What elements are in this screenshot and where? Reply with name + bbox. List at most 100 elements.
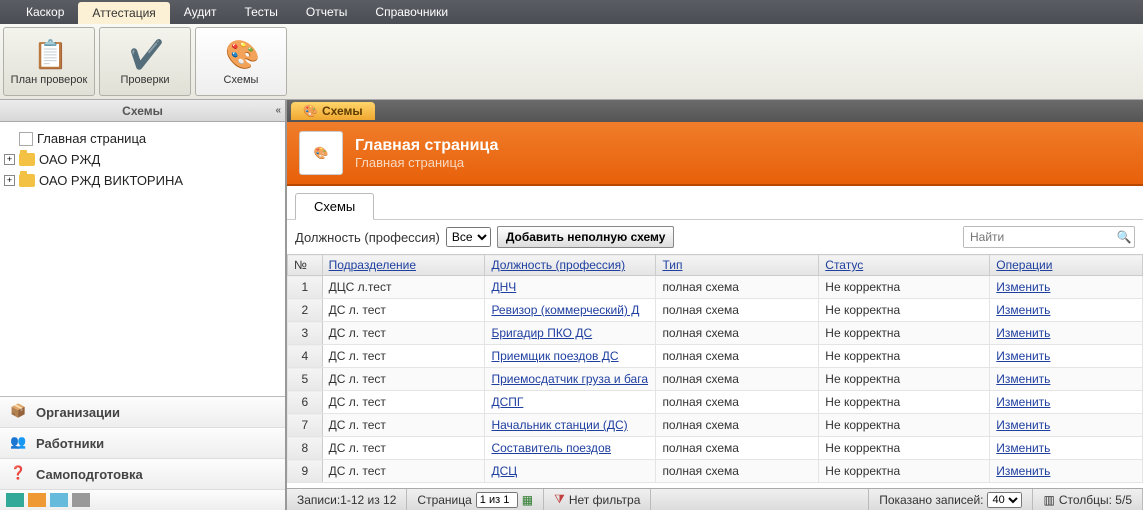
position-link[interactable]: Составитель поездов [491, 441, 611, 455]
row-num: 5 [288, 368, 323, 391]
cell-op: Изменить [990, 437, 1143, 460]
edit-link[interactable]: Изменить [996, 303, 1050, 317]
ribbon-icon: 🎨 [225, 38, 257, 70]
status-cols[interactable]: ▥ Столбцы: 5/5 [1033, 489, 1143, 510]
cell-type: полная схема [656, 322, 819, 345]
tree-item-0[interactable]: Главная страница [4, 128, 281, 149]
cell-op: Изменить [990, 345, 1143, 368]
mini-icon[interactable] [28, 493, 46, 507]
expand-toggle[interactable]: + [4, 154, 15, 165]
hero: 🎨 Главная страница Главная страница [287, 122, 1143, 186]
page-input[interactable] [476, 492, 518, 508]
grid: №ПодразделениеДолжность (профессия)ТипСт… [287, 254, 1143, 488]
cell-op: Изменить [990, 368, 1143, 391]
main-tabbar: 🎨 Схемы [287, 100, 1143, 122]
main-tab[interactable]: 🎨 Схемы [291, 102, 375, 120]
row-num: 4 [288, 345, 323, 368]
hero-icon: 🎨 [299, 131, 343, 175]
cell-dept: ДС л. тест [322, 414, 485, 437]
top-tab-4[interactable]: Отчеты [292, 0, 361, 24]
col-0[interactable]: № [288, 255, 323, 276]
filter-select[interactable]: Все [446, 227, 491, 247]
edit-link[interactable]: Изменить [996, 280, 1050, 294]
nav-Самоподготовка[interactable]: ❓Самоподготовка [0, 459, 285, 490]
position-link[interactable]: ДСЦ [491, 464, 517, 478]
folder-icon [19, 174, 35, 187]
ribbon-Проверки[interactable]: ✔️Проверки [99, 27, 191, 96]
mini-icon[interactable] [72, 493, 90, 507]
expand-toggle[interactable]: + [4, 175, 15, 186]
top-tab-2[interactable]: Аудит [170, 0, 231, 24]
content-tab[interactable]: Схемы [295, 193, 374, 220]
edit-link[interactable]: Изменить [996, 349, 1050, 363]
table-row: 3ДС л. тестБригадир ПКО ДСполная схемаНе… [288, 322, 1143, 345]
cell-status: Не корректна [819, 299, 990, 322]
position-link[interactable]: ДСПГ [491, 395, 523, 409]
cell-dept: ДС л. тест [322, 437, 485, 460]
position-link[interactable]: ДНЧ [491, 280, 516, 294]
cell-dept: ДС л. тест [322, 460, 485, 483]
position-link[interactable]: Ревизор (коммерческий) Д [491, 303, 639, 317]
ribbon-Схемы[interactable]: 🎨Схемы [195, 27, 287, 96]
mini-icons [0, 490, 285, 510]
table-row: 5ДС л. тестПриемосдатчик груза и багапол… [288, 368, 1143, 391]
funnel-icon: ⧩ [554, 492, 565, 507]
position-link[interactable]: Бригадир ПКО ДС [491, 326, 592, 340]
cell-pos: Приемщик поездов ДС [485, 345, 656, 368]
excel-icon[interactable]: ▦ [522, 493, 533, 507]
sidebar-title: Схемы [122, 104, 163, 118]
position-link[interactable]: Приемосдатчик груза и бага [491, 372, 648, 386]
nav-Работники[interactable]: 👥Работники [0, 428, 285, 459]
tree-item-1[interactable]: +ОАО РЖД [4, 149, 281, 170]
col-5[interactable]: Операции [990, 255, 1143, 276]
page-size-select[interactable]: 40 [987, 492, 1022, 508]
top-tab-0[interactable]: Каскор [12, 0, 78, 24]
add-scheme-button[interactable]: Добавить неполную схему [497, 226, 675, 248]
top-tab-5[interactable]: Справочники [361, 0, 462, 24]
row-num: 6 [288, 391, 323, 414]
mini-icon[interactable] [50, 493, 68, 507]
document-icon [19, 132, 33, 146]
collapse-icon[interactable]: « [275, 105, 281, 116]
cell-type: полная схема [656, 345, 819, 368]
cell-pos: Составитель поездов [485, 437, 656, 460]
search-input[interactable] [964, 227, 1114, 247]
position-link[interactable]: Начальник станции (ДС) [491, 418, 627, 432]
ribbon-План проверок[interactable]: 📋План проверок [3, 27, 95, 96]
cell-dept: ДС л. тест [322, 322, 485, 345]
row-num: 1 [288, 276, 323, 299]
col-2[interactable]: Должность (профессия) [485, 255, 656, 276]
col-1[interactable]: Подразделение [322, 255, 485, 276]
cell-type: полная схема [656, 391, 819, 414]
table-row: 2ДС л. тестРевизор (коммерческий) Дполна… [288, 299, 1143, 322]
sidebar: Схемы « Главная страница+ОАО РЖД+ОАО РЖД… [0, 100, 287, 510]
status-records: Записи:1-12 из 12 [287, 489, 407, 510]
cell-status: Не корректна [819, 322, 990, 345]
col-4[interactable]: Статус [819, 255, 990, 276]
table-row: 4ДС л. тестПриемщик поездов ДСполная схе… [288, 345, 1143, 368]
cell-dept: ДС л. тест [322, 368, 485, 391]
edit-link[interactable]: Изменить [996, 326, 1050, 340]
cell-pos: Начальник станции (ДС) [485, 414, 656, 437]
main: 🎨 Схемы 🎨 Главная страница Главная стран… [287, 100, 1143, 510]
edit-link[interactable]: Изменить [996, 418, 1050, 432]
top-tab-3[interactable]: Тесты [230, 0, 291, 24]
cell-op: Изменить [990, 322, 1143, 345]
mini-icon[interactable] [6, 493, 24, 507]
tree: Главная страница+ОАО РЖД+ОАО РЖД ВИКТОРИ… [0, 122, 285, 396]
status-filter[interactable]: ⧩ Нет фильтра [544, 489, 651, 510]
search-icon[interactable]: 🔍 [1114, 230, 1134, 244]
hero-subtitle: Главная страница [355, 155, 498, 170]
edit-link[interactable]: Изменить [996, 395, 1050, 409]
top-tab-1[interactable]: Аттестация [78, 2, 169, 24]
cell-type: полная схема [656, 460, 819, 483]
tree-item-2[interactable]: +ОАО РЖД ВИКТОРИНА [4, 170, 281, 191]
edit-link[interactable]: Изменить [996, 441, 1050, 455]
cell-status: Не корректна [819, 276, 990, 299]
position-link[interactable]: Приемщик поездов ДС [491, 349, 618, 363]
edit-link[interactable]: Изменить [996, 372, 1050, 386]
cell-pos: ДНЧ [485, 276, 656, 299]
edit-link[interactable]: Изменить [996, 464, 1050, 478]
col-3[interactable]: Тип [656, 255, 819, 276]
nav-Организации[interactable]: 📦Организации [0, 397, 285, 428]
